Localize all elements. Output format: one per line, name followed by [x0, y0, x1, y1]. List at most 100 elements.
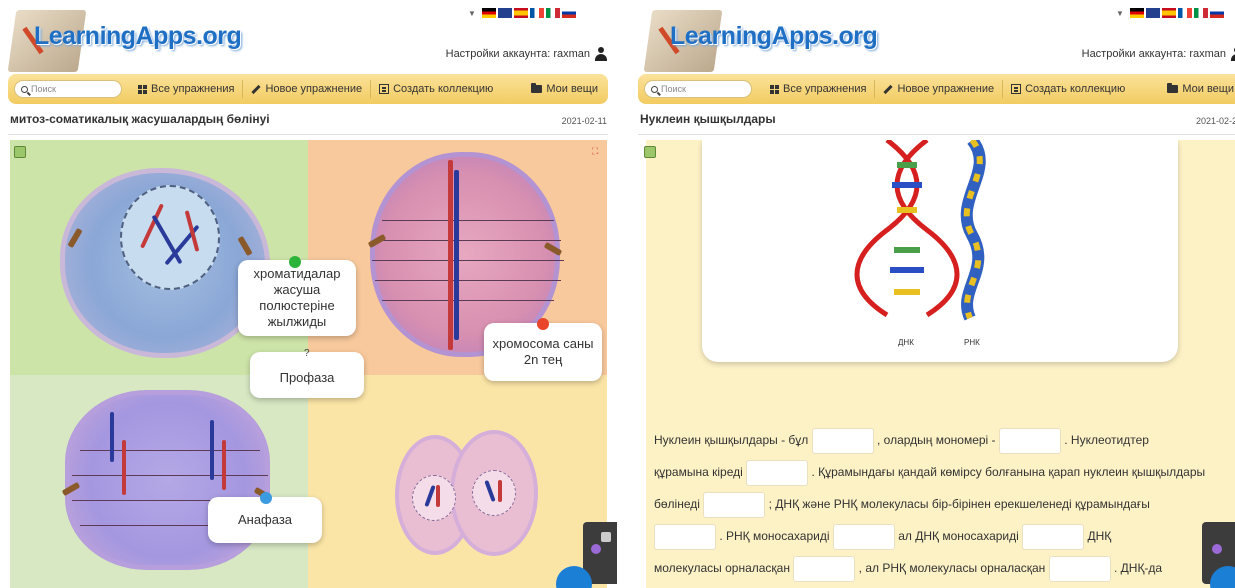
green-pin-icon[interactable] — [289, 256, 301, 268]
grid-icon — [138, 84, 147, 94]
fill-text-1: Нуклеин қышқылдары - бұл — [654, 433, 809, 447]
red-pin-icon[interactable] — [537, 318, 549, 330]
brand-logo[interactable]: LearningApps.org — [636, 0, 896, 72]
flag-de-icon[interactable] — [481, 8, 496, 18]
nav-create-collection[interactable]: Создать коллекцию — [1002, 80, 1133, 98]
nav-new-exercise[interactable]: Новое упражнение — [242, 80, 370, 98]
pencil-icon — [883, 84, 894, 94]
page-title: митоз-соматикалық жасушалардың бөлінуі — [10, 112, 270, 126]
collection-icon — [1011, 84, 1022, 94]
pen-icon[interactable] — [591, 544, 601, 554]
flag-es-icon[interactable] — [513, 8, 528, 18]
dna-rna-image-card: ДНК РНК — [702, 140, 1178, 362]
dna-rna-illustration: ДНК РНК — [854, 140, 986, 347]
fill-text-10: ДНҚ — [1087, 529, 1112, 543]
search-placeholder: Поиск — [31, 84, 56, 94]
telophase-nucleus-left — [412, 475, 456, 521]
main-navbar: Поиск Все упражнения Новое упражнение Со… — [638, 74, 1235, 104]
flag-gb-icon[interactable] — [497, 8, 512, 18]
nav-all-exercises[interactable]: Все упражнения — [762, 80, 874, 98]
search-input[interactable]: Поиск — [644, 80, 752, 98]
answer-card-chromosome-2n[interactable]: хромосома саны 2n тең — [484, 323, 602, 381]
answer-card-chromatids[interactable]: хроматидалар жасуша полюстеріне жылжиды — [238, 260, 356, 336]
matching-exercise-area: хроматидалар жасуша полюстеріне жылжиды … — [10, 140, 607, 588]
language-selector[interactable]: ▼ — [468, 8, 576, 18]
spindle-fiber — [80, 450, 260, 451]
chromosome-red — [498, 480, 502, 502]
nav-my-things[interactable]: Мои вещи — [531, 83, 598, 95]
spindle-fiber — [382, 220, 554, 221]
blank-3[interactable] — [746, 459, 809, 486]
edit-app-icon[interactable] — [644, 146, 656, 158]
blank-2[interactable] — [998, 427, 1061, 454]
flag-it-icon[interactable] — [1193, 8, 1208, 18]
nav-all-exercises-label: Все упражнения — [783, 83, 867, 95]
flag-es-icon[interactable] — [1161, 8, 1176, 18]
spindle-fiber — [372, 260, 564, 261]
search-input[interactable]: Поиск — [14, 80, 122, 98]
answer-card-prophase-label: Профаза — [279, 369, 335, 385]
account-settings[interactable]: Настройки аккаунта: raxman — [1082, 47, 1235, 61]
fill-text-4: құрамына кіреді — [654, 465, 743, 479]
flag-fr-icon[interactable] — [1177, 8, 1192, 18]
nav-new-exercise[interactable]: Новое упражнение — [874, 80, 1002, 98]
nav-my-things[interactable]: Мои вещи — [1167, 83, 1234, 95]
nav-create-collection[interactable]: Создать коллекцию — [370, 80, 501, 98]
blank-7[interactable] — [1022, 523, 1085, 550]
eraser-icon[interactable] — [601, 532, 611, 542]
account-label: Настройки аккаунта: raxman — [445, 48, 590, 60]
chromosome-red — [436, 485, 440, 507]
chromosome-blue — [454, 170, 459, 340]
main-navbar: Поиск Все упражнения Новое упражнение Со… — [8, 74, 608, 104]
left-app-panel: LearningApps.org ▼ Настройки аккаунта: r… — [0, 0, 617, 588]
blank-1[interactable] — [811, 427, 874, 454]
flag-it-icon[interactable] — [545, 8, 560, 18]
blank-4[interactable] — [703, 491, 766, 518]
chevron-down-icon: ▼ — [468, 8, 476, 18]
spindle-fiber — [375, 240, 561, 241]
fill-text-5: . Құрамындағы қандай көмірсу болғанына қ… — [811, 465, 1206, 479]
fill-text-3: . Нуклеотидтер — [1064, 433, 1149, 447]
brand-logo[interactable]: LearningApps.org — [0, 0, 260, 72]
fill-text-2: , олардың мономері - — [876, 433, 996, 447]
chromosome-red — [222, 440, 226, 490]
fill-text-13: . ДНҚ-да — [1113, 561, 1163, 575]
brand-name: LearningApps.org — [670, 22, 878, 50]
folder-icon — [531, 83, 543, 93]
chromosome-blue — [110, 412, 114, 462]
spindle-fiber — [375, 280, 561, 281]
user-icon — [1231, 47, 1235, 61]
panel-divider — [617, 0, 636, 588]
flag-ru-icon[interactable] — [561, 8, 576, 18]
fill-in-exercise-area: ДНК РНК Нуклеин қышқылдары - бұл , олард… — [646, 140, 1235, 588]
chromosome-red — [122, 440, 126, 495]
spindle-fiber — [382, 300, 554, 301]
telophase-nucleus-right — [472, 470, 516, 516]
flag-gb-icon[interactable] — [1145, 8, 1160, 18]
pen-icon[interactable] — [1212, 544, 1222, 554]
user-icon — [595, 47, 607, 61]
dna-label: ДНК — [898, 338, 914, 347]
fullscreen-icon[interactable]: ⛶ — [592, 146, 602, 156]
blue-pin-icon[interactable] — [260, 492, 272, 504]
fill-text-12: , ал РНҚ молекуласы орналасқан — [858, 561, 1046, 575]
blank-6[interactable] — [832, 523, 895, 550]
search-placeholder: Поиск — [661, 84, 686, 94]
blank-5[interactable] — [654, 523, 716, 550]
fill-text-7: ; ДНҚ және РНҚ молекуласы бір-бірінен ер… — [768, 497, 1150, 511]
pencil-icon — [251, 84, 262, 94]
blank-9[interactable] — [1048, 555, 1111, 582]
language-selector[interactable]: ▼ — [1116, 8, 1224, 18]
edit-app-icon[interactable] — [14, 146, 26, 158]
flag-fr-icon[interactable] — [529, 8, 544, 18]
rna-label: РНК — [964, 338, 980, 347]
flag-ru-icon[interactable] — [1209, 8, 1224, 18]
chromosome-red — [448, 160, 453, 350]
chromosome-blue — [210, 420, 214, 480]
blank-8[interactable] — [793, 555, 856, 582]
flag-de-icon[interactable] — [1129, 8, 1144, 18]
nav-all-exercises[interactable]: Все упражнения — [130, 80, 242, 98]
nav-all-exercises-label: Все упражнения — [151, 83, 235, 95]
chevron-down-icon: ▼ — [1116, 8, 1124, 18]
account-settings[interactable]: Настройки аккаунта: raxman — [446, 47, 607, 61]
